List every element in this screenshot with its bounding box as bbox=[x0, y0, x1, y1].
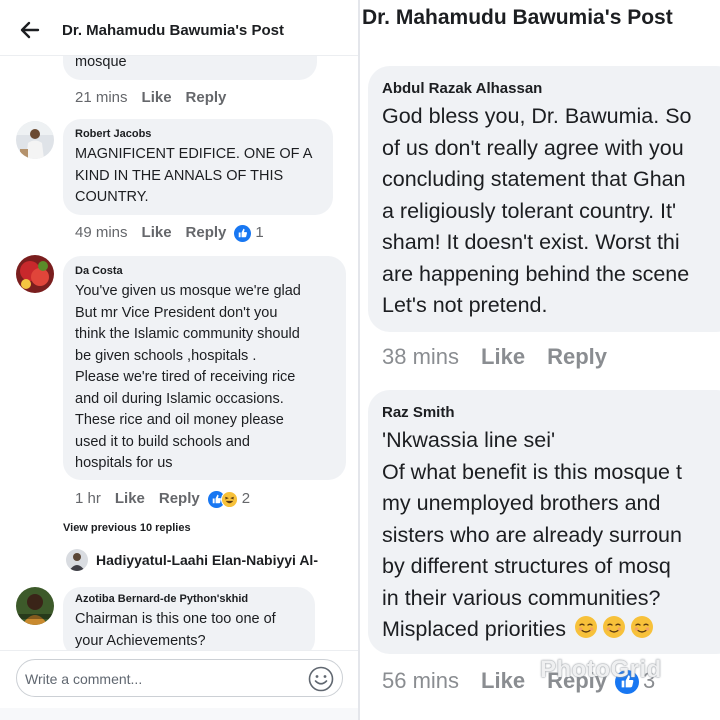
commenter-name[interactable]: Raz Smith bbox=[382, 404, 455, 421]
avatar bbox=[66, 549, 88, 571]
comment-text-line: God bless you, Dr. Bawumia. So bbox=[382, 104, 692, 128]
comment-text-line: But mr Vice President don't you bbox=[75, 304, 278, 321]
haha-reaction-icon[interactable] bbox=[220, 490, 238, 508]
comment-text-line: think the Islamic community should bbox=[75, 326, 300, 342]
like-link[interactable]: Like bbox=[142, 224, 172, 241]
right-screenshot-panel: Dr. Mahamudu Bawumia's Post Abdul Razak … bbox=[360, 0, 720, 720]
comment-last-line: Misplaced priorities bbox=[382, 614, 654, 646]
comment-text-line: Chairman is this one too one of bbox=[75, 611, 276, 627]
comment-text-line: hospitals for us bbox=[75, 455, 173, 471]
comment-text-line: You've given us mosque we're glad bbox=[75, 283, 301, 299]
comment-composer[interactable] bbox=[16, 659, 343, 697]
avatar[interactable] bbox=[16, 255, 54, 293]
navigation-strip bbox=[0, 708, 358, 720]
commenter-name[interactable]: Da Costa bbox=[75, 265, 123, 277]
comment-text-line: by different structures of mosq bbox=[382, 554, 671, 578]
comment-text-line: used it to build schools and bbox=[75, 433, 250, 450]
comment-meta: 21 mins Like Reply bbox=[75, 89, 240, 106]
comment-text-line: Of what benefit is this mosque t bbox=[382, 459, 682, 484]
emoji-smiley-icon[interactable] bbox=[308, 666, 334, 692]
comment-text-line: be given schools ,hospitals . bbox=[75, 347, 257, 364]
post-header: Dr. Mahamudu Bawumia's Post bbox=[0, 0, 358, 56]
comment-meta: 1 hr Like Reply 2 bbox=[75, 490, 250, 508]
relieved-face-icon bbox=[631, 616, 654, 638]
reply-author-name: Hadiyyatul-Laahi Elan-Nabiyyi Al- bbox=[96, 552, 318, 568]
comment-text-line: of us don't really agree with you bbox=[382, 135, 684, 160]
reply-link[interactable]: Reply bbox=[547, 344, 607, 370]
reply-link[interactable]: Reply bbox=[186, 224, 227, 241]
comment-text-line: COUNTRY. bbox=[75, 189, 149, 205]
like-link[interactable]: Like bbox=[481, 668, 525, 694]
photogrid-watermark: PhotoGrid bbox=[540, 656, 662, 683]
comment-text-line: a religiously tolerant country. It' bbox=[382, 198, 677, 223]
view-previous-replies-link[interactable]: View previous 10 replies bbox=[63, 522, 191, 534]
comment-text-line: are happening behind the scene bbox=[382, 261, 690, 286]
comment-text-line: Misplaced priorities bbox=[382, 617, 567, 641]
comment-text-line: in their various communities? bbox=[382, 585, 661, 610]
comment-text-line: KIND IN THE ANNALS OF THIS bbox=[75, 167, 284, 184]
thumbs-up-reaction-icon[interactable] bbox=[234, 224, 252, 242]
comment-time: 21 mins bbox=[75, 89, 128, 106]
commenter-name[interactable]: Azotiba Bernard-de Python'skhid bbox=[75, 593, 248, 605]
avatar[interactable] bbox=[16, 587, 54, 625]
like-link[interactable]: Like bbox=[115, 490, 145, 507]
left-screenshot-panel: mosque 21 mins Like Reply Dr. Mahamudu Baw… bbox=[0, 0, 358, 720]
comment-text-line: concluding statement that Ghan bbox=[382, 167, 686, 191]
comment-meta: 49 mins Like Reply 1 bbox=[75, 224, 264, 242]
comment-time: 56 mins bbox=[382, 668, 460, 693]
like-link[interactable]: Like bbox=[481, 344, 525, 370]
commenter-name[interactable]: Abdul Razak Alhassan bbox=[382, 80, 542, 97]
relieved-face-icon bbox=[575, 616, 598, 638]
comment-text-line: sham! It doesn't exist. Worst thi bbox=[382, 230, 680, 254]
comment-input[interactable] bbox=[25, 669, 295, 689]
comment-text-line: my unemployed brothers and bbox=[382, 491, 661, 515]
post-title: Dr. Mahamudu Bawumia's Post bbox=[62, 22, 284, 39]
reply-link[interactable]: Reply bbox=[186, 89, 227, 106]
commenter-name[interactable]: Robert Jacobs bbox=[75, 128, 151, 140]
comment-text-line: Let's not pretend. bbox=[382, 293, 548, 317]
comment-text-line: Please we're tired of receiving rice bbox=[75, 369, 296, 385]
comment-text-line: and oil during Islamic occasions. bbox=[75, 390, 284, 407]
relieved-face-icon bbox=[603, 616, 626, 638]
avatar[interactable] bbox=[16, 121, 54, 159]
like-link[interactable]: Like bbox=[142, 89, 172, 106]
reply-preview[interactable]: Hadiyyatul-Laahi Elan-Nabiyyi Al- bbox=[66, 549, 318, 573]
comment-text-line: These rice and oil money please bbox=[75, 412, 284, 428]
comment-time: 38 mins bbox=[382, 344, 460, 369]
reaction-count: 1 bbox=[255, 224, 264, 241]
comment-time: 49 mins bbox=[75, 224, 128, 241]
comment-time: 1 hr bbox=[75, 490, 101, 507]
comment-text-line: MAGNIFICENT EDIFICE. ONE OF A bbox=[75, 146, 313, 162]
back-arrow-icon[interactable] bbox=[18, 18, 42, 42]
comment-text-line: sisters who are already surroun bbox=[382, 522, 682, 547]
comment-text-line: 'Nkwassia line sei' bbox=[382, 428, 556, 452]
comment-meta: 38 mins Like Reply bbox=[382, 344, 629, 370]
comment-text-line: your Achievements? bbox=[75, 632, 206, 649]
post-title: Dr. Mahamudu Bawumia's Post bbox=[362, 6, 673, 29]
reply-link[interactable]: Reply bbox=[159, 490, 200, 507]
reaction-count: 2 bbox=[241, 490, 251, 507]
